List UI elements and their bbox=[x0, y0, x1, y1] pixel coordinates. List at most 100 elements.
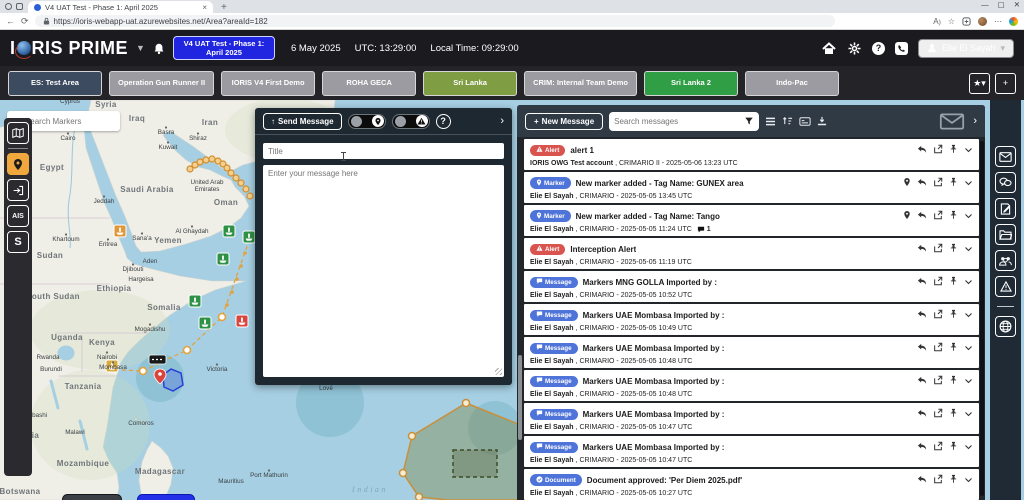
documents-sidebar-button[interactable] bbox=[995, 224, 1016, 245]
message-row[interactable]: Message Markers UAE Mombasa Imported by … bbox=[524, 337, 979, 368]
route-waypoint[interactable] bbox=[140, 368, 147, 375]
pin-icon[interactable] bbox=[949, 471, 958, 489]
reply-icon[interactable] bbox=[917, 240, 927, 258]
marker-dot[interactable] bbox=[233, 175, 239, 181]
forward-icon[interactable] bbox=[933, 174, 943, 192]
ship-marker[interactable] bbox=[217, 253, 229, 265]
sanctions-button[interactable]: S bbox=[7, 231, 29, 253]
ship-marker[interactable] bbox=[236, 315, 248, 327]
minimize-button[interactable]: — bbox=[981, 0, 989, 9]
marker-dot[interactable] bbox=[243, 186, 249, 192]
message-row[interactable]: Alert alert 1 IORIS OWG Test account, CR… bbox=[524, 139, 979, 170]
mailbox-icon[interactable] bbox=[939, 113, 965, 130]
forward-icon[interactable] bbox=[933, 207, 943, 225]
reply-icon[interactable] bbox=[917, 273, 927, 291]
marker-dot[interactable] bbox=[228, 170, 234, 176]
area-tab[interactable]: Sri Lanka 2 bbox=[644, 71, 738, 96]
area-tab[interactable]: ES: Test Area bbox=[8, 71, 102, 96]
notifications-bell-icon[interactable] bbox=[153, 42, 165, 55]
reply-icon[interactable] bbox=[917, 306, 927, 324]
message-row[interactable]: Marker New marker added - Tag Name: Tang… bbox=[524, 205, 979, 236]
new-tab-button[interactable]: + bbox=[221, 2, 227, 13]
sort-icon[interactable] bbox=[782, 116, 793, 126]
area-tab[interactable]: Indo-Pac bbox=[745, 71, 839, 96]
polygon-vertex-handle[interactable] bbox=[409, 433, 416, 440]
team-sidebar-button[interactable] bbox=[995, 250, 1016, 271]
pin-icon[interactable] bbox=[949, 339, 958, 357]
reply-icon[interactable] bbox=[917, 174, 927, 192]
browser-avatar[interactable] bbox=[978, 17, 987, 26]
bookmark-icon[interactable]: ☆ bbox=[948, 17, 955, 26]
pin-icon[interactable] bbox=[949, 240, 958, 258]
back-button[interactable]: ← bbox=[6, 16, 15, 26]
messages-search-input[interactable] bbox=[614, 117, 740, 126]
alerts-sidebar-button[interactable] bbox=[995, 276, 1016, 297]
notes-sidebar-button[interactable] bbox=[995, 198, 1016, 219]
compose-collapse-icon[interactable]: › bbox=[500, 115, 504, 127]
reply-icon[interactable] bbox=[917, 339, 927, 357]
extensions-icon[interactable] bbox=[962, 17, 971, 26]
reply-icon[interactable] bbox=[917, 438, 927, 456]
read-aloud-icon[interactable]: A) bbox=[933, 17, 941, 26]
route-waypoint[interactable] bbox=[184, 347, 191, 354]
app-logo[interactable]: IRIS PRIME bbox=[10, 38, 128, 59]
tab-close-icon[interactable]: × bbox=[202, 3, 207, 12]
reply-icon[interactable] bbox=[917, 471, 927, 489]
pin-icon[interactable] bbox=[949, 372, 958, 390]
expand-icon[interactable] bbox=[964, 306, 973, 324]
pin-icon[interactable] bbox=[949, 306, 958, 324]
comment-count[interactable]: 1 bbox=[697, 226, 711, 233]
pin-icon[interactable] bbox=[949, 438, 958, 456]
message-row[interactable]: Message Markers UAE Mombasa Imported by … bbox=[524, 436, 979, 467]
pin-icon[interactable] bbox=[949, 141, 958, 159]
compose-help-button[interactable]: ? bbox=[436, 114, 451, 129]
browser-tab[interactable]: V4 UAT Test - Phase 1: April 2025 × bbox=[28, 1, 213, 13]
search-markers-input[interactable] bbox=[25, 117, 114, 126]
forward-icon[interactable] bbox=[933, 471, 943, 489]
pin-icon[interactable] bbox=[949, 207, 958, 225]
id-card-icon[interactable] bbox=[799, 117, 811, 126]
message-title-input[interactable] bbox=[263, 143, 504, 159]
message-row[interactable]: Message Markers UAE Mombasa Imported by … bbox=[524, 304, 979, 335]
forward-icon[interactable] bbox=[933, 240, 943, 258]
polygon-vertex-handle[interactable] bbox=[400, 470, 407, 477]
ship-marker[interactable] bbox=[223, 225, 235, 237]
contact-phone-icon[interactable] bbox=[895, 42, 908, 55]
close-button[interactable]: ✕ bbox=[1014, 0, 1020, 9]
convoy-marker[interactable] bbox=[149, 355, 166, 364]
ais-button[interactable]: AIS bbox=[7, 205, 29, 227]
forward-icon[interactable] bbox=[933, 273, 943, 291]
refresh-button[interactable]: ⟳ bbox=[21, 16, 29, 27]
expand-icon[interactable] bbox=[964, 240, 973, 258]
favorite-areas-button[interactable]: ★▾ bbox=[969, 73, 990, 94]
pin-icon[interactable] bbox=[949, 405, 958, 423]
forward-icon[interactable] bbox=[933, 438, 943, 456]
reply-icon[interactable] bbox=[917, 405, 927, 423]
chat-sidebar-button[interactable] bbox=[995, 172, 1016, 193]
expand-icon[interactable] bbox=[964, 174, 973, 192]
messages-scrollbar[interactable] bbox=[980, 141, 984, 496]
message-row[interactable]: Message Markers MNG GOLLA Imported by : … bbox=[524, 271, 979, 302]
layers-map-button[interactable] bbox=[7, 122, 29, 144]
maximize-button[interactable]: ▢ bbox=[998, 0, 1005, 9]
download-icon[interactable] bbox=[817, 116, 827, 126]
browser-menu-icon[interactable]: ⋯ bbox=[994, 17, 1002, 26]
message-row[interactable]: Message Markers UAE Mombasa Imported by … bbox=[524, 370, 979, 401]
area-tab[interactable]: CRIM: Internal Team Demo bbox=[524, 71, 637, 96]
add-area-button[interactable]: + bbox=[995, 73, 1016, 94]
message-row[interactable]: Message Markers UAE Mombasa Imported by … bbox=[524, 403, 979, 434]
expand-icon[interactable] bbox=[964, 438, 973, 456]
locate-marker-icon[interactable] bbox=[903, 174, 911, 192]
pin-icon[interactable] bbox=[949, 273, 958, 291]
filter-funnel-icon[interactable] bbox=[744, 116, 754, 126]
polygon-vertex-handle[interactable] bbox=[463, 400, 470, 407]
forward-icon[interactable] bbox=[933, 405, 943, 423]
attach-location-toggle[interactable] bbox=[348, 114, 386, 129]
area-tab[interactable]: IORIS V4 First Demo bbox=[221, 71, 315, 96]
markers-button[interactable] bbox=[7, 153, 29, 175]
marker-dot[interactable] bbox=[238, 180, 244, 186]
messages-collapse-icon[interactable]: › bbox=[973, 115, 977, 127]
expand-icon[interactable] bbox=[964, 273, 973, 291]
messages-scrollbar-left[interactable] bbox=[518, 355, 522, 440]
import-button[interactable] bbox=[7, 179, 29, 201]
